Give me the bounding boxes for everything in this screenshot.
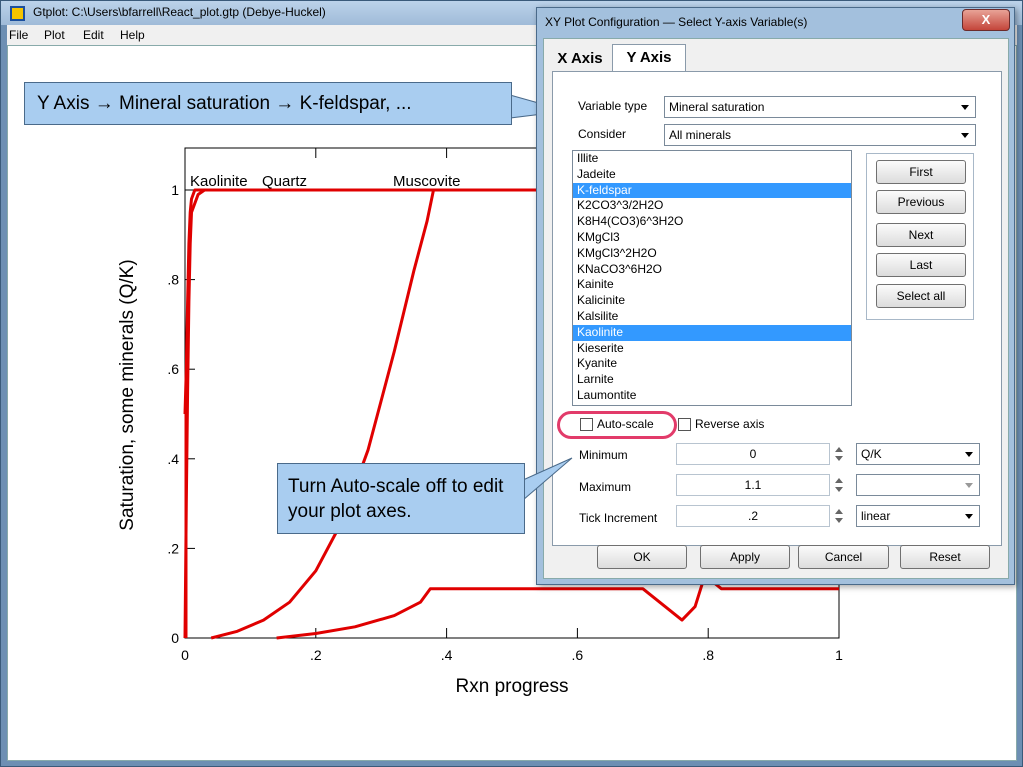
callout-mid-text: Turn Auto-scale off to edit your plot ax… [277, 463, 525, 534]
callout-mid-pointer [522, 457, 573, 502]
